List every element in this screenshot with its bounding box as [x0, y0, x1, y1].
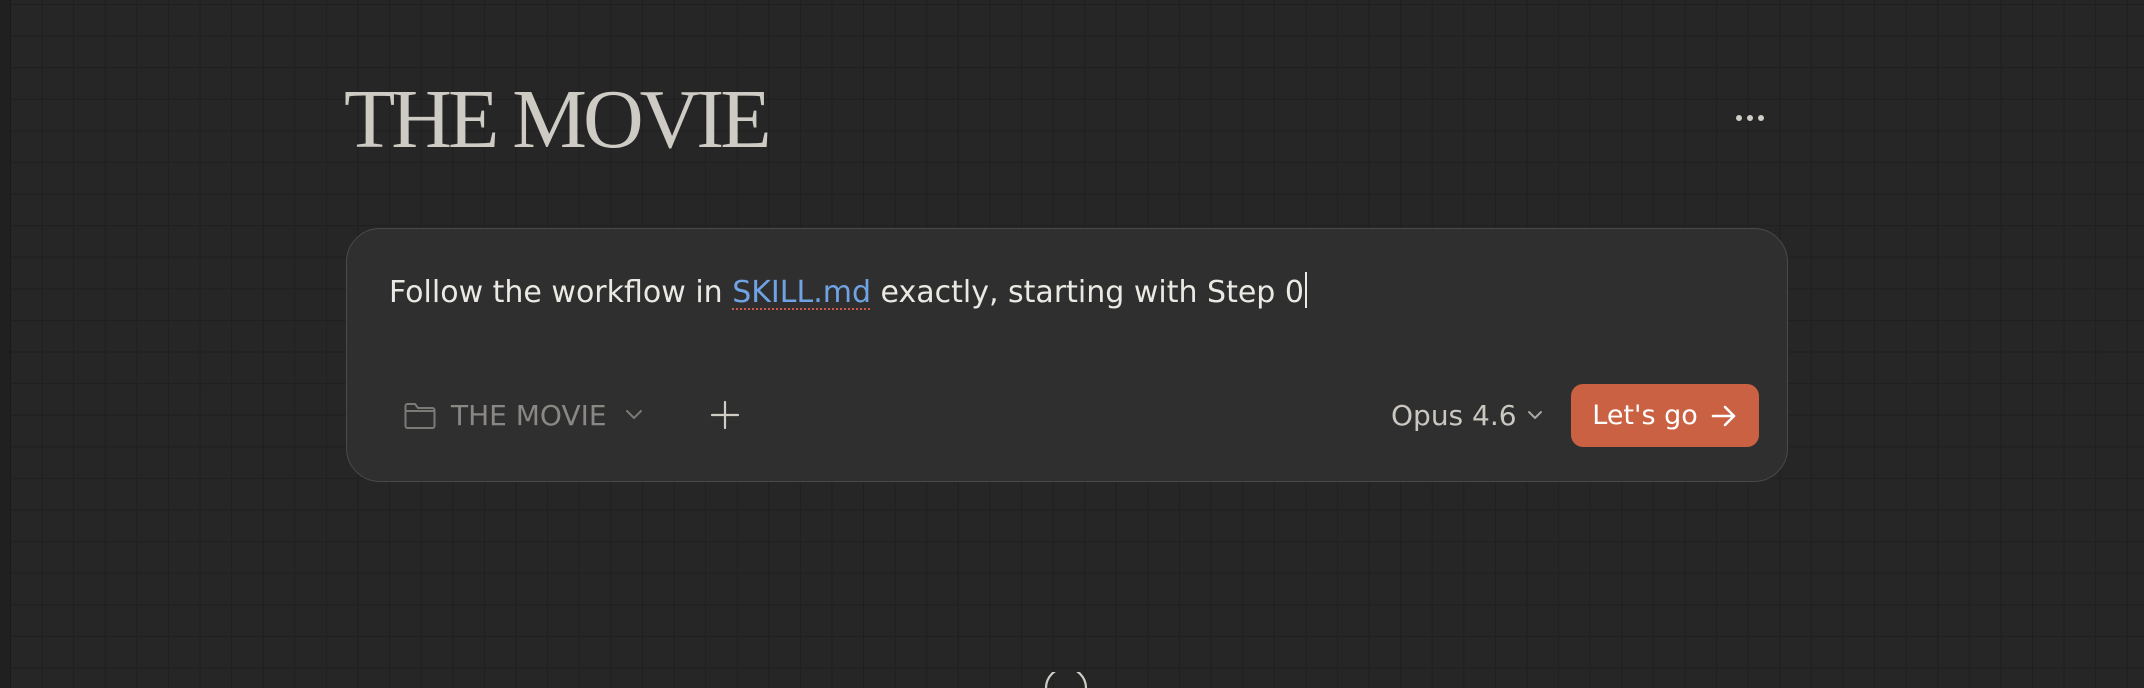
add-button[interactable] — [703, 393, 747, 437]
more-horizontal-icon — [1736, 115, 1764, 121]
folder-label: THE MOVIE — [451, 398, 607, 432]
folder-icon — [404, 403, 436, 429]
prompt-composer: Follow the workflow in SKILL.md exactly,… — [346, 228, 1788, 482]
chevron-down-icon — [625, 410, 642, 419]
chevron-down-icon — [1527, 411, 1542, 419]
model-label: Opus 4.6 — [1391, 398, 1517, 432]
window-left-edge — [0, 0, 11, 688]
more-options-button[interactable] — [1728, 100, 1772, 136]
file-reference-link[interactable]: SKILL.md — [732, 275, 871, 310]
lets-go-button[interactable]: Let's go — [1571, 384, 1759, 447]
text-caret — [1304, 272, 1307, 308]
arrow-right-icon — [1711, 405, 1736, 426]
folder-selector[interactable]: THE MOVIE — [403, 393, 643, 437]
plus-icon — [710, 400, 740, 430]
circle-icon — [1044, 672, 1088, 688]
prompt-text-after: exactly, starting with Step 0 — [871, 275, 1304, 310]
project-title: THE MOVIE — [344, 73, 772, 166]
model-selector[interactable]: Opus 4.6 — [1391, 393, 1543, 437]
lets-go-label: Let's go — [1592, 400, 1698, 431]
prompt-input[interactable]: Follow the workflow in SKILL.md exactly,… — [389, 271, 1307, 315]
prompt-text-before: Follow the workflow in — [389, 275, 733, 310]
